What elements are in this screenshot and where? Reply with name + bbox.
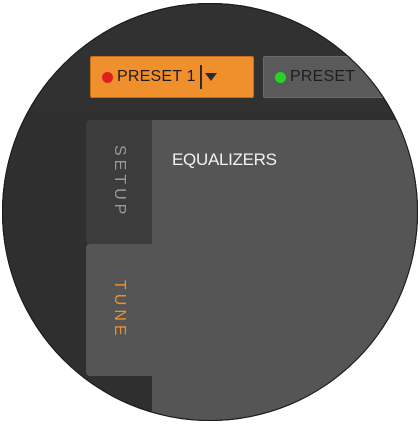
tab-setup[interactable]: SETUP: [86, 120, 152, 244]
app-window: PRESET 1 PRESET SETUP TUNE EQUALIZERS: [2, 3, 418, 421]
magnifier-viewport: PRESET 1 PRESET SETUP TUNE EQUALIZERS: [2, 3, 418, 421]
status-red-icon: [102, 71, 113, 83]
tab-setup-label: SETUP: [111, 145, 128, 219]
preset-1-tab[interactable]: PRESET 1: [90, 56, 254, 98]
tab-tune-label: TUNE: [111, 280, 128, 340]
vertical-tab-bar: SETUP TUNE: [2, 112, 152, 421]
text-cursor: [199, 65, 202, 89]
preset-2-tab[interactable]: PRESET: [263, 56, 418, 98]
equalizers-panel: EQUALIZERS: [152, 120, 418, 421]
preset-2-label: PRESET: [290, 68, 356, 85]
panel-title: EQUALIZERS: [172, 150, 277, 169]
preset-toolbar: PRESET 1 PRESET: [2, 3, 418, 112]
preset-1-label: PRESET 1: [117, 68, 196, 85]
chevron-down-icon[interactable]: [204, 73, 217, 81]
tab-tune[interactable]: TUNE: [86, 244, 152, 376]
status-green-icon: [275, 71, 286, 83]
